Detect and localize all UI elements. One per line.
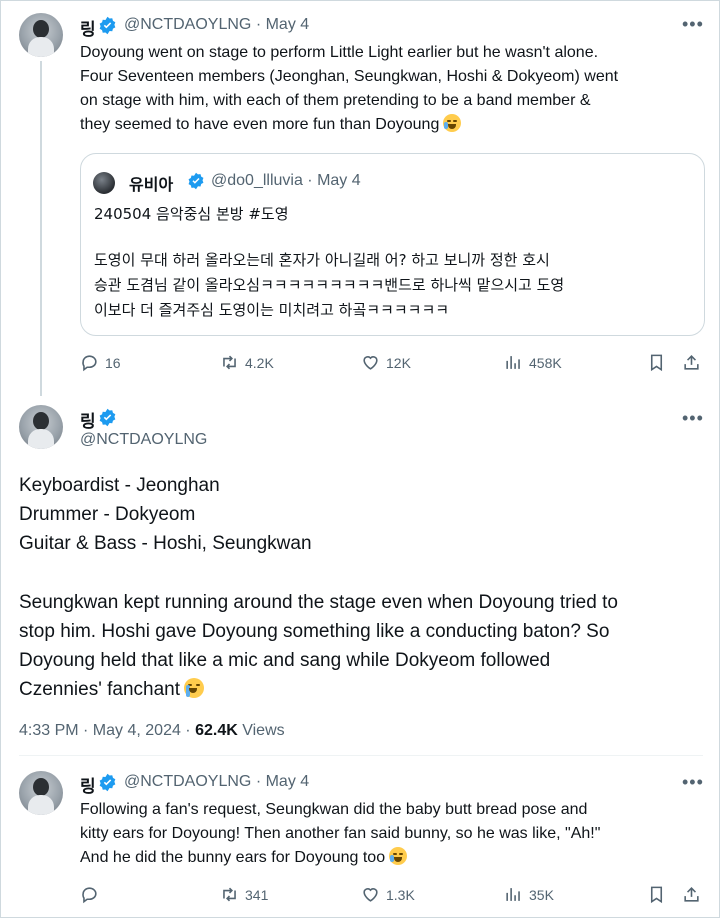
views-icon bbox=[506, 356, 520, 369]
like-count: 1.3K bbox=[386, 886, 415, 903]
author-name[interactable]: 링 bbox=[80, 772, 96, 797]
repost-icon bbox=[223, 355, 236, 370]
view-count: 62.4K bbox=[195, 722, 238, 739]
tweet-text: Keyboardist - Jeonghan Drummer - Dokyeom… bbox=[19, 475, 312, 554]
verified-icon bbox=[99, 16, 116, 35]
views-icon bbox=[506, 888, 520, 901]
more-icon[interactable]: ••• bbox=[682, 409, 704, 427]
repost-icon bbox=[223, 887, 236, 902]
author-handle[interactable]: @NCTDAOYLNG · May 4 bbox=[124, 773, 309, 791]
repost-count: 4.2K bbox=[245, 354, 274, 371]
author-name[interactable]: 링 bbox=[80, 15, 96, 40]
quoted-tweet[interactable]: 유비아 @do0_llluvia · May 4 240504 음악중심 본방 … bbox=[80, 153, 705, 336]
loudly-crying-emoji-icon bbox=[184, 678, 205, 698]
repost-button[interactable]: 341 bbox=[220, 885, 268, 904]
verified-icon bbox=[188, 172, 204, 190]
quote-author-name: 유비아 bbox=[129, 175, 174, 194]
like-button[interactable]: 12K bbox=[361, 353, 411, 372]
more-icon[interactable]: ••• bbox=[682, 773, 704, 791]
quote-text: 도영이 무대 하러 올라오는데 혼자가 아니길래 어? 하고 보니까 정한 호시… bbox=[94, 251, 565, 319]
views-button[interactable]: 458K bbox=[504, 353, 562, 372]
share-button[interactable] bbox=[682, 885, 701, 904]
tweet-thread: 링 @NCTDAOYLNG · May 4 ••• Doyoung went o… bbox=[0, 0, 720, 918]
reply-icon bbox=[82, 355, 97, 372]
author-handle[interactable]: @NCTDAOYLNG · May 4 bbox=[124, 16, 309, 34]
author-handle[interactable]: @NCTDAOYLNG bbox=[80, 431, 207, 449]
reply-button[interactable]: 16 bbox=[80, 353, 121, 372]
joy-emoji-icon bbox=[389, 847, 408, 865]
quote-hashtag-line: 240504 음악중심 본방 #도영 bbox=[94, 205, 289, 223]
like-count: 12K bbox=[386, 354, 411, 371]
tweet-actions: 16 4.2K 12K 458K bbox=[1, 353, 720, 377]
tweet-actions: 341 1.3K 35K bbox=[1, 885, 720, 909]
views-count: 35K bbox=[529, 886, 554, 903]
bookmark-icon bbox=[650, 886, 663, 904]
reply-icon bbox=[82, 887, 97, 904]
tweet-text: Doyoung went on stage to perform Little … bbox=[80, 44, 619, 133]
tweet-text: Following a fan's request, Seungkwan did… bbox=[80, 801, 601, 866]
tweet-timestamp[interactable]: 4:33 PM · May 4, 2024 · 62.4K Views bbox=[19, 722, 285, 740]
like-icon bbox=[363, 356, 378, 370]
avatar[interactable] bbox=[19, 771, 63, 815]
avatar[interactable] bbox=[19, 405, 63, 449]
verified-icon bbox=[99, 773, 116, 792]
verified-icon bbox=[99, 408, 116, 427]
avatar[interactable] bbox=[19, 13, 63, 57]
share-icon bbox=[684, 887, 699, 902]
bookmark-icon bbox=[650, 354, 663, 372]
author-name[interactable]: 링 bbox=[80, 407, 96, 432]
quote-avatar bbox=[93, 172, 115, 194]
quote-author-handle: @do0_llluvia · May 4 bbox=[211, 172, 361, 189]
more-icon[interactable]: ••• bbox=[682, 15, 704, 33]
joy-emoji-icon bbox=[443, 114, 462, 132]
bookmark-button[interactable] bbox=[647, 353, 666, 372]
share-button[interactable] bbox=[682, 353, 701, 372]
thread-connector bbox=[40, 61, 42, 396]
views-button[interactable]: 35K bbox=[504, 885, 554, 904]
bookmark-button[interactable] bbox=[647, 885, 666, 904]
reply-button[interactable] bbox=[80, 885, 99, 904]
share-icon bbox=[684, 355, 699, 370]
repost-count: 341 bbox=[245, 886, 269, 903]
reply-count: 16 bbox=[105, 354, 121, 371]
repost-button[interactable]: 4.2K bbox=[220, 353, 274, 372]
like-button[interactable]: 1.3K bbox=[361, 885, 415, 904]
tweet-paragraph: Seungkwan kept running around the stage … bbox=[19, 592, 618, 700]
like-icon bbox=[363, 888, 378, 902]
divider bbox=[19, 755, 703, 756]
views-count: 458K bbox=[529, 354, 562, 371]
